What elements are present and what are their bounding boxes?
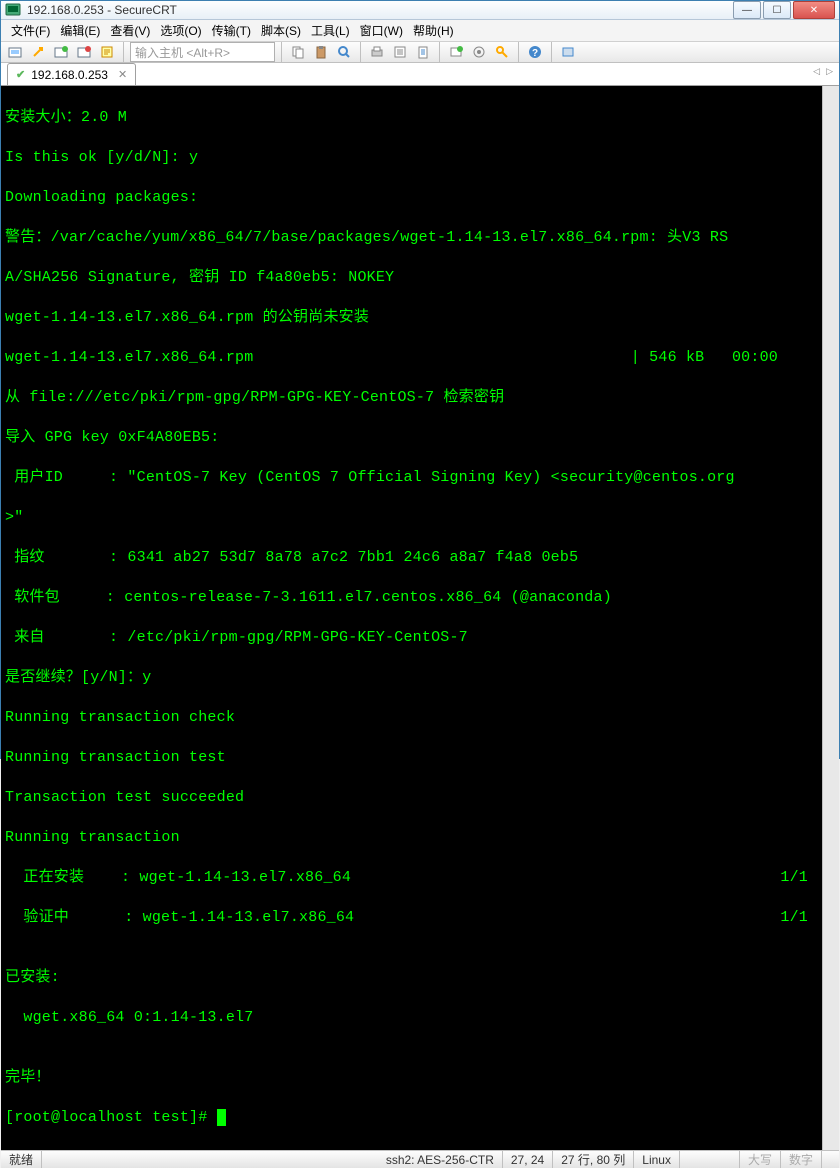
- term-line: 安装大小：2.0 M: [5, 108, 818, 128]
- term-line: 完毕！: [5, 1068, 818, 1088]
- term-prompt: [root@localhost test]#: [5, 1108, 818, 1128]
- tab-close-icon[interactable]: ✕: [118, 68, 127, 81]
- term-line: 正在安装 : wget-1.14-13.el7.x86_641/1: [5, 868, 818, 888]
- term-line: Downloading packages:: [5, 188, 818, 208]
- key-icon[interactable]: [492, 42, 512, 62]
- log-icon[interactable]: [413, 42, 433, 62]
- find-icon[interactable]: [334, 42, 354, 62]
- status-caps: 大写: [740, 1151, 781, 1168]
- settings-icon[interactable]: [469, 42, 489, 62]
- menu-window[interactable]: 窗口(W): [356, 20, 407, 41]
- term-line: 指纹 : 6341 ab27 53d7 8a78 a7c2 7bb1 24c6 …: [5, 548, 818, 568]
- menubar: 文件(F) 编辑(E) 查看(V) 选项(O) 传输(T) 脚本(S) 工具(L…: [1, 20, 839, 42]
- menu-file[interactable]: 文件(F): [7, 20, 54, 41]
- properties-icon[interactable]: [390, 42, 410, 62]
- term-line: Transaction test succeeded: [5, 788, 818, 808]
- term-line: 软件包 : centos-release-7-3.1611.el7.centos…: [5, 588, 818, 608]
- status-size: 27 行, 80 列: [553, 1151, 634, 1168]
- disconnect-icon[interactable]: [74, 42, 94, 62]
- toolbar-separator: [518, 42, 519, 62]
- paste-icon[interactable]: [311, 42, 331, 62]
- term-line: wget-1.14-13.el7.x86_64.rpm 的公钥尚未安装: [5, 308, 818, 328]
- status-ready: 就绪: [1, 1151, 42, 1168]
- menu-help[interactable]: 帮助(H): [409, 20, 458, 41]
- menu-script[interactable]: 脚本(S): [257, 20, 305, 41]
- app-icon: [5, 2, 21, 18]
- toolbar-separator: [281, 42, 282, 62]
- session-icon[interactable]: [97, 42, 117, 62]
- close-button[interactable]: ✕: [793, 1, 835, 19]
- cursor-icon: [217, 1109, 226, 1126]
- menu-edit[interactable]: 编辑(E): [56, 20, 104, 41]
- terminal-output[interactable]: 安装大小：2.0 M Is this ok [y/d/N]: y Downloa…: [1, 86, 822, 1150]
- term-line: 用户ID : "CentOS-7 Key (CentOS 7 Official …: [5, 468, 818, 488]
- toolbar-separator: [360, 42, 361, 62]
- new-session-icon[interactable]: [446, 42, 466, 62]
- status-cursor-pos: 27, 24: [503, 1151, 553, 1168]
- term-line: A/SHA256 Signature, 密钥 ID f4a80eb5: NOKE…: [5, 268, 818, 288]
- tab-nav: ◁ ▷: [813, 66, 833, 77]
- connect-icon[interactable]: [5, 42, 25, 62]
- maximize-button[interactable]: ☐: [763, 1, 791, 19]
- term-line: >": [5, 508, 818, 528]
- host-input[interactable]: 输入主机 <Alt+R>: [130, 42, 275, 62]
- minimize-button[interactable]: —: [733, 1, 761, 19]
- help-icon[interactable]: ?: [525, 42, 545, 62]
- quick-connect-icon[interactable]: [28, 42, 48, 62]
- term-line: 是否继续？[y/N]：y: [5, 668, 818, 688]
- term-line: Running transaction test: [5, 748, 818, 768]
- status-protocol: ssh2: AES-256-CTR: [378, 1151, 503, 1168]
- term-line: 已安装:: [5, 968, 818, 988]
- term-line: wget-1.14-13.el7.x86_64.rpm| 546 kB 00:0…: [5, 348, 818, 368]
- menu-options[interactable]: 选项(O): [156, 20, 205, 41]
- term-line: 验证中 : wget-1.14-13.el7.x86_641/1: [5, 908, 818, 928]
- term-line: 从 file:///etc/pki/rpm-gpg/RPM-GPG-KEY-Ce…: [5, 388, 818, 408]
- host-placeholder: 输入主机 <Alt+R>: [135, 44, 230, 61]
- window-title: 192.168.0.253 - SecureCRT: [27, 3, 733, 17]
- term-line: Is this ok [y/d/N]: y: [5, 148, 818, 168]
- reconnect-icon[interactable]: [51, 42, 71, 62]
- term-line: 来自 : /etc/pki/rpm-gpg/RPM-GPG-KEY-CentOS…: [5, 628, 818, 648]
- term-line: Running transaction check: [5, 708, 818, 728]
- tab-prev-icon[interactable]: ◁: [813, 66, 820, 77]
- menu-tools[interactable]: 工具(L): [307, 20, 354, 41]
- tab-label: 192.168.0.253: [31, 68, 108, 82]
- term-line: 导入 GPG key 0xF4A80EB5:: [5, 428, 818, 448]
- toggle-icon[interactable]: [558, 42, 578, 62]
- toolbar-separator: [551, 42, 552, 62]
- session-tab[interactable]: ✔ 192.168.0.253 ✕: [7, 63, 136, 85]
- status-mode: Linux: [634, 1151, 680, 1168]
- term-line: 警告：/var/cache/yum/x86_64/7/base/packages…: [5, 228, 818, 248]
- copy-icon[interactable]: [288, 42, 308, 62]
- term-line: wget.x86_64 0:1.14-13.el7: [5, 1008, 818, 1028]
- toolbar-separator: [439, 42, 440, 62]
- vertical-scrollbar[interactable]: [822, 86, 839, 1150]
- term-line: Running transaction: [5, 828, 818, 848]
- status-num: 数字: [781, 1151, 822, 1168]
- titlebar: 192.168.0.253 - SecureCRT — ☐ ✕: [1, 1, 839, 20]
- toolbar-separator: [123, 42, 124, 62]
- connected-icon: ✔: [16, 68, 25, 81]
- statusbar: 就绪 ssh2: AES-256-CTR 27, 24 27 行, 80 列 L…: [1, 1150, 839, 1168]
- menu-view[interactable]: 查看(V): [106, 20, 154, 41]
- print-icon[interactable]: [367, 42, 387, 62]
- menu-transfer[interactable]: 传输(T): [208, 20, 255, 41]
- tab-next-icon[interactable]: ▷: [826, 66, 833, 77]
- toolbar: 输入主机 <Alt+R> ?: [1, 42, 839, 63]
- svg-text:?: ?: [532, 48, 538, 59]
- tabbar: ✔ 192.168.0.253 ✕ ◁ ▷: [1, 63, 839, 86]
